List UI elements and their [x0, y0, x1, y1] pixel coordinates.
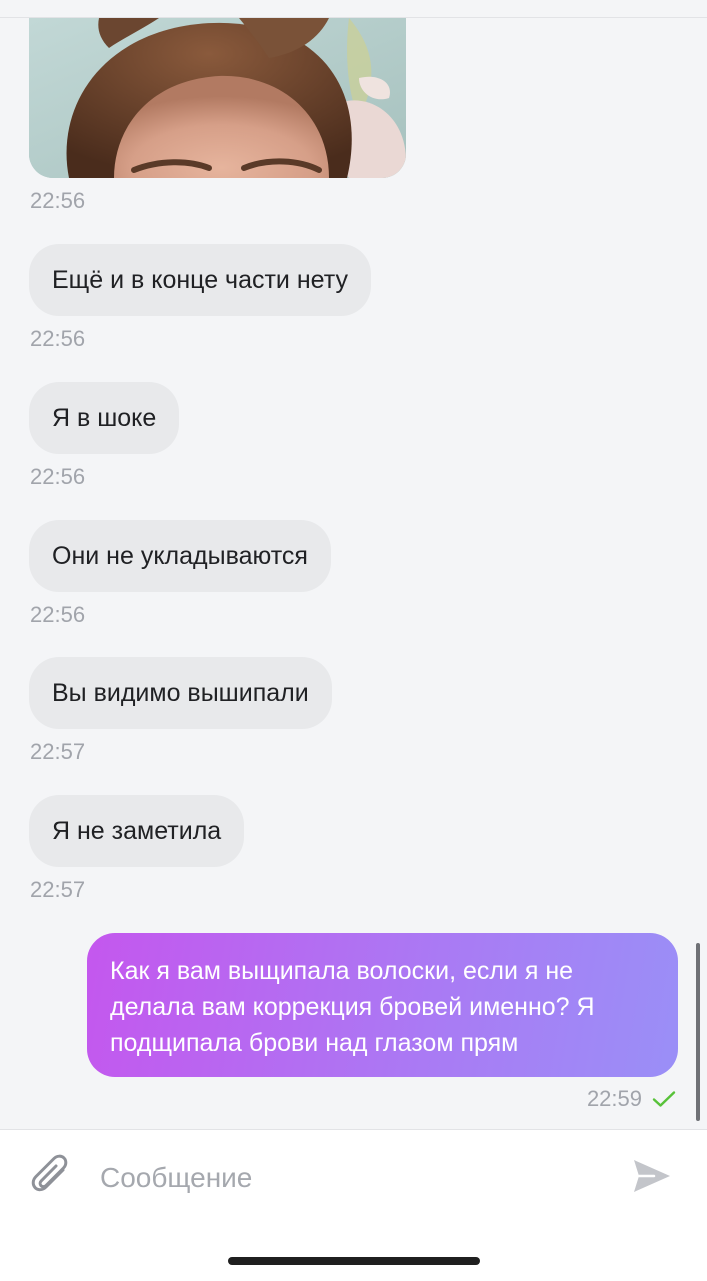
message-photo[interactable]	[29, 18, 406, 178]
message-time: 22:59	[586, 1086, 642, 1111]
message-time: 22:56	[30, 326, 86, 351]
incoming-message[interactable]: Я не заметила	[29, 795, 245, 867]
paperclip-icon[interactable]	[30, 1154, 74, 1202]
incoming-message[interactable]: Ещё и в конце части нету	[29, 244, 371, 316]
outgoing-message-line: Как я вам выщипала волоски, если я не	[110, 957, 574, 985]
outgoing-message-line: подщипала брови над глазом прям	[110, 1029, 519, 1057]
outgoing-message[interactable]: Как я вам выщипала волоски, если я не де…	[87, 933, 678, 1077]
message-time: 22:57	[30, 877, 86, 902]
scrollbar[interactable]	[696, 943, 700, 1121]
message-input[interactable]	[100, 1152, 600, 1204]
check-icon	[652, 1091, 676, 1107]
incoming-message[interactable]: Они не укладываются	[29, 520, 331, 592]
send-icon[interactable]	[630, 1156, 674, 1196]
outgoing-message-meta: 22:59	[587, 1088, 676, 1110]
message-time: 22:57	[30, 739, 86, 764]
photo-image	[29, 18, 406, 178]
message-time: 22:56	[30, 188, 86, 213]
outgoing-message-line: делала вам коррекция бровей именно? Я	[110, 993, 595, 1021]
message-time: 22:56	[30, 464, 86, 489]
message-time: 22:56	[30, 602, 86, 627]
home-indicator	[228, 1257, 480, 1265]
incoming-message[interactable]: Я в шоке	[29, 382, 180, 454]
incoming-message[interactable]: Вы видимо вышипали	[29, 657, 332, 729]
